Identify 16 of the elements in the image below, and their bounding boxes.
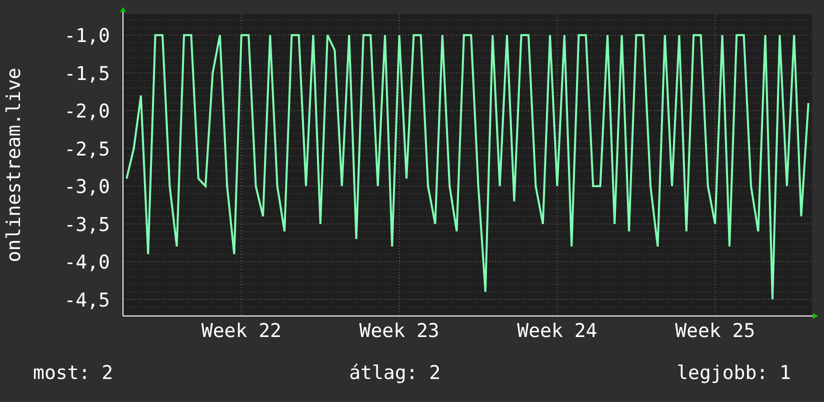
legend-text: legjobb: 1 <box>676 362 791 384</box>
x-tick-label: Week 22 <box>201 320 282 342</box>
legend-text: átlag: 2 <box>349 362 441 384</box>
y-tick-label: -1,0 <box>64 25 110 48</box>
y-tick-label: -3,5 <box>64 214 110 236</box>
y-tick-label: -2,0 <box>64 100 110 123</box>
y-tick-label: -2,5 <box>64 138 110 160</box>
x-tick-label: Week 24 <box>517 320 598 342</box>
y-tick-label: -4,0 <box>64 252 110 274</box>
y-tick-label: -4,5 <box>64 289 110 312</box>
y-tick-label: -1,5 <box>64 62 110 85</box>
x-tick-label: Week 23 <box>359 320 440 342</box>
y-tick-label: -3,0 <box>64 176 110 198</box>
x-tick-label: Week 25 <box>675 320 756 342</box>
y-axis-label: onlinestream.live <box>3 68 25 262</box>
legend-text: most: 2 <box>33 362 114 384</box>
